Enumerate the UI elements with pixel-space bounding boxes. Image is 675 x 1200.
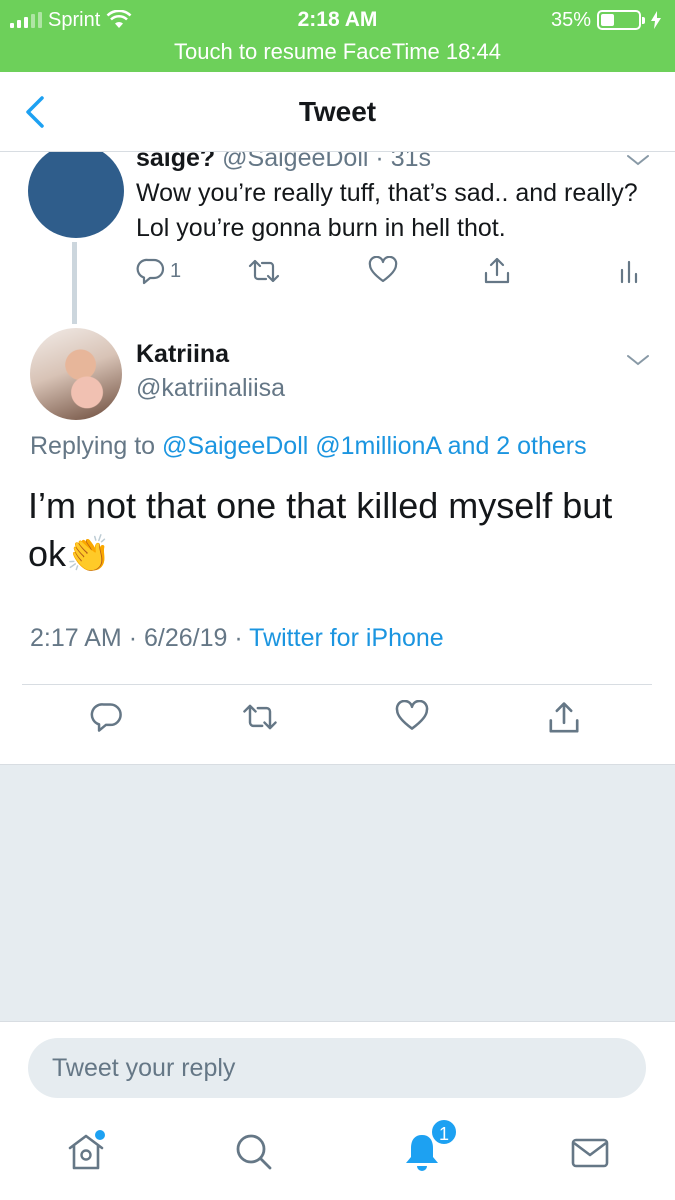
chevron-down-icon[interactable] bbox=[626, 352, 650, 368]
tab-bar: 1 bbox=[0, 1110, 675, 1200]
author-handle[interactable]: @SaigeeDoll bbox=[222, 152, 368, 172]
charging-bolt-icon bbox=[651, 11, 661, 29]
chevron-down-icon[interactable] bbox=[626, 152, 650, 168]
analytics-icon bbox=[620, 260, 638, 284]
author-name[interactable]: Katriina bbox=[136, 340, 229, 369]
tweet-text: I’m not that one that killed myself but … bbox=[28, 482, 648, 578]
reply-mentions-link[interactable]: @SaigeeDoll @1millionA and 2 others bbox=[162, 432, 587, 460]
tweet-date: 6/26/19 bbox=[143, 624, 228, 652]
main-tweet-actions bbox=[0, 700, 675, 750]
tweet-client-link[interactable]: Twitter for iPhone bbox=[249, 624, 444, 652]
like-button[interactable] bbox=[394, 700, 430, 732]
replying-prefix: Replying to bbox=[30, 432, 156, 460]
share-button[interactable] bbox=[482, 256, 512, 286]
replying-to: Replying to @SaigeeDoll @1millionA and 2… bbox=[30, 432, 587, 461]
meta-separator: · bbox=[128, 624, 138, 652]
notification-badge: 1 bbox=[430, 1118, 458, 1146]
author-name[interactable]: saige? bbox=[136, 152, 215, 172]
meta-separator: · bbox=[375, 152, 384, 172]
share-icon bbox=[549, 702, 579, 733]
reply-icon bbox=[136, 258, 165, 285]
tweet-age: 31s bbox=[390, 152, 431, 172]
share-button[interactable] bbox=[546, 700, 582, 736]
reply-count: 1 bbox=[170, 259, 182, 282]
reply-button[interactable] bbox=[90, 700, 124, 734]
status-bar: Sprint 2:18 AM 35% Touch to resume FaceT… bbox=[0, 0, 675, 72]
share-icon bbox=[484, 257, 510, 284]
nav-bar: Tweet bbox=[0, 72, 675, 152]
page-title: Tweet bbox=[298, 96, 377, 127]
clapping-hands-emoji: 👏 bbox=[66, 533, 111, 574]
tweet-time: 2:17 AM bbox=[30, 624, 122, 652]
reply-input[interactable] bbox=[28, 1038, 646, 1098]
tab-search[interactable] bbox=[232, 1130, 276, 1174]
battery-percent: 35% bbox=[550, 8, 591, 31]
like-button[interactable] bbox=[368, 256, 398, 284]
heart-icon bbox=[368, 256, 398, 283]
reply-icon bbox=[90, 703, 122, 732]
heart-icon bbox=[395, 700, 429, 730]
tweet-body: I’m not that one that killed myself but … bbox=[28, 485, 613, 574]
reply-button[interactable]: 1 bbox=[136, 256, 181, 286]
avatar[interactable] bbox=[30, 328, 122, 420]
author-handle[interactable]: @katriinaliisa bbox=[136, 374, 285, 403]
parent-tweet-actions: 1 bbox=[0, 256, 675, 296]
facetime-banner[interactable]: Touch to resume FaceTime 18:44 bbox=[0, 36, 675, 68]
mail-icon bbox=[571, 1138, 609, 1168]
tab-messages[interactable] bbox=[568, 1130, 612, 1174]
search-icon bbox=[236, 1134, 272, 1170]
divider bbox=[22, 684, 652, 685]
tweet-meta: 2:17 AM · 6/26/19 · Twitter for iPhone bbox=[30, 624, 444, 653]
retweet-icon bbox=[248, 259, 280, 283]
avatar[interactable] bbox=[28, 152, 124, 238]
parent-tweet-header: saige? @SaigeeDoll · 31s bbox=[136, 152, 431, 173]
retweet-button[interactable] bbox=[240, 700, 280, 734]
tab-home[interactable] bbox=[64, 1130, 108, 1174]
retweet-button[interactable] bbox=[246, 256, 282, 286]
new-content-dot bbox=[95, 1130, 105, 1140]
empty-replies-area bbox=[0, 764, 675, 1022]
tab-notifications[interactable]: 1 bbox=[400, 1118, 458, 1174]
retweet-icon bbox=[243, 704, 277, 730]
reply-composer[interactable] bbox=[28, 1038, 646, 1098]
battery-icon bbox=[597, 10, 645, 30]
meta-separator: · bbox=[234, 624, 243, 652]
analytics-button[interactable] bbox=[618, 256, 642, 286]
tweet-text: Wow you’re really tuff, that’s sad.. and… bbox=[136, 179, 638, 242]
battery-info: 35% bbox=[551, 6, 661, 34]
